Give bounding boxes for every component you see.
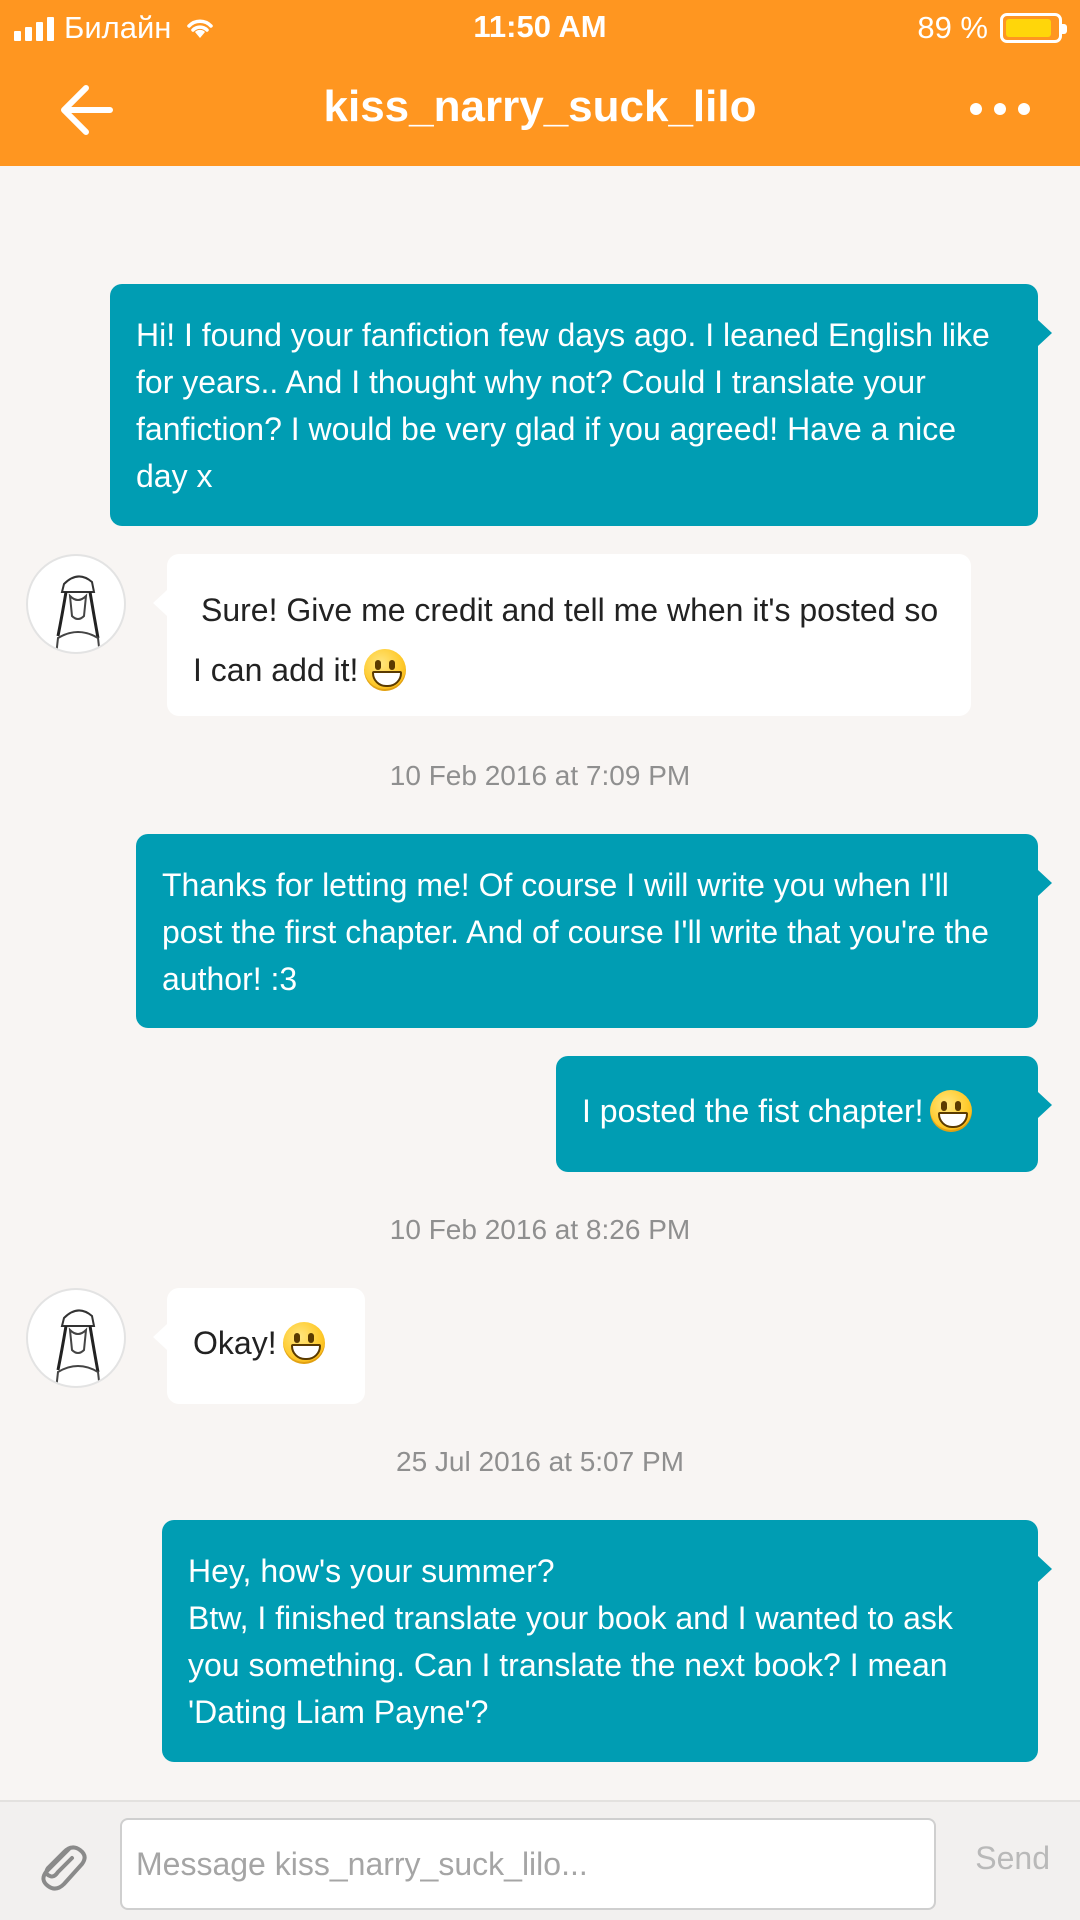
avatar[interactable] — [26, 1288, 126, 1388]
nav-bar: kiss_narry_suck_lilo — [0, 54, 1080, 166]
conversation-title: kiss_narry_suck_lilo — [323, 82, 757, 131]
message-incoming[interactable]: Okay! — [153, 1288, 365, 1404]
grinning-face-icon — [282, 1321, 325, 1364]
message-text: Sure! Give me credit and tell me when it… — [193, 592, 939, 688]
message-text: I posted the fist chapter! — [582, 1093, 924, 1129]
status-right: 89 % — [917, 10, 1067, 46]
timestamp: 10 Feb 2016 at 7:09 PM — [389, 760, 691, 791]
message-list[interactable]: Hi! I found your fanfiction few days ago… — [0, 166, 1080, 1800]
avatar[interactable] — [26, 554, 126, 654]
message-text: Okay! — [193, 1325, 277, 1361]
message-text-line: Btw, I finished translate your book and … — [188, 1600, 953, 1730]
battery-icon — [1000, 13, 1067, 43]
battery-tip — [1062, 24, 1067, 34]
arrow-left-icon — [61, 85, 113, 135]
status-bar: Билайн 11:50 AM 89 % — [0, 0, 1080, 54]
avatar-image — [55, 575, 101, 652]
grinning-face-icon — [364, 648, 407, 691]
message-input[interactable] — [120, 1818, 936, 1910]
message-outgoing[interactable]: Thanks for letting me! Of course I will … — [136, 834, 1052, 1028]
message-text: Thanks for letting me! Of course I will … — [162, 867, 989, 997]
more-horizontal-icon — [970, 103, 982, 115]
grinning-face-icon — [929, 1089, 972, 1132]
message-composer: Send — [0, 1800, 1080, 1920]
app-header: Билайн 11:50 AM 89 % kiss_narry_suck_lil… — [0, 0, 1080, 166]
battery-fill — [1006, 19, 1051, 37]
message-outgoing[interactable]: Hey, how's your summer? Btw, I finished … — [162, 1520, 1052, 1762]
timestamp: 25 Jul 2016 at 5:07 PM — [396, 1446, 684, 1477]
send-button[interactable]: Send — [975, 1840, 1050, 1877]
attach-button[interactable] — [30, 1834, 90, 1894]
message-outgoing[interactable]: Hi! I found your fanfiction few days ago… — [110, 284, 1052, 526]
message-text-line: Hey, how's your summer? — [188, 1553, 555, 1589]
message-incoming[interactable]: Sure! Give me credit and tell me when it… — [153, 554, 971, 716]
timestamp: 10 Feb 2016 at 8:26 PM — [389, 1214, 691, 1245]
more-options-button[interactable] — [970, 94, 1030, 124]
back-button[interactable] — [56, 82, 126, 138]
dot — [994, 103, 1006, 115]
dot — [1018, 103, 1030, 115]
message-text: Hi! I found your fanfiction few days ago… — [136, 317, 990, 494]
avatar-image — [55, 1309, 101, 1386]
message-outgoing[interactable]: I posted the fist chapter! — [556, 1056, 1052, 1172]
paperclip-icon — [41, 1845, 87, 1891]
battery-percent: 89 % — [917, 10, 988, 45]
